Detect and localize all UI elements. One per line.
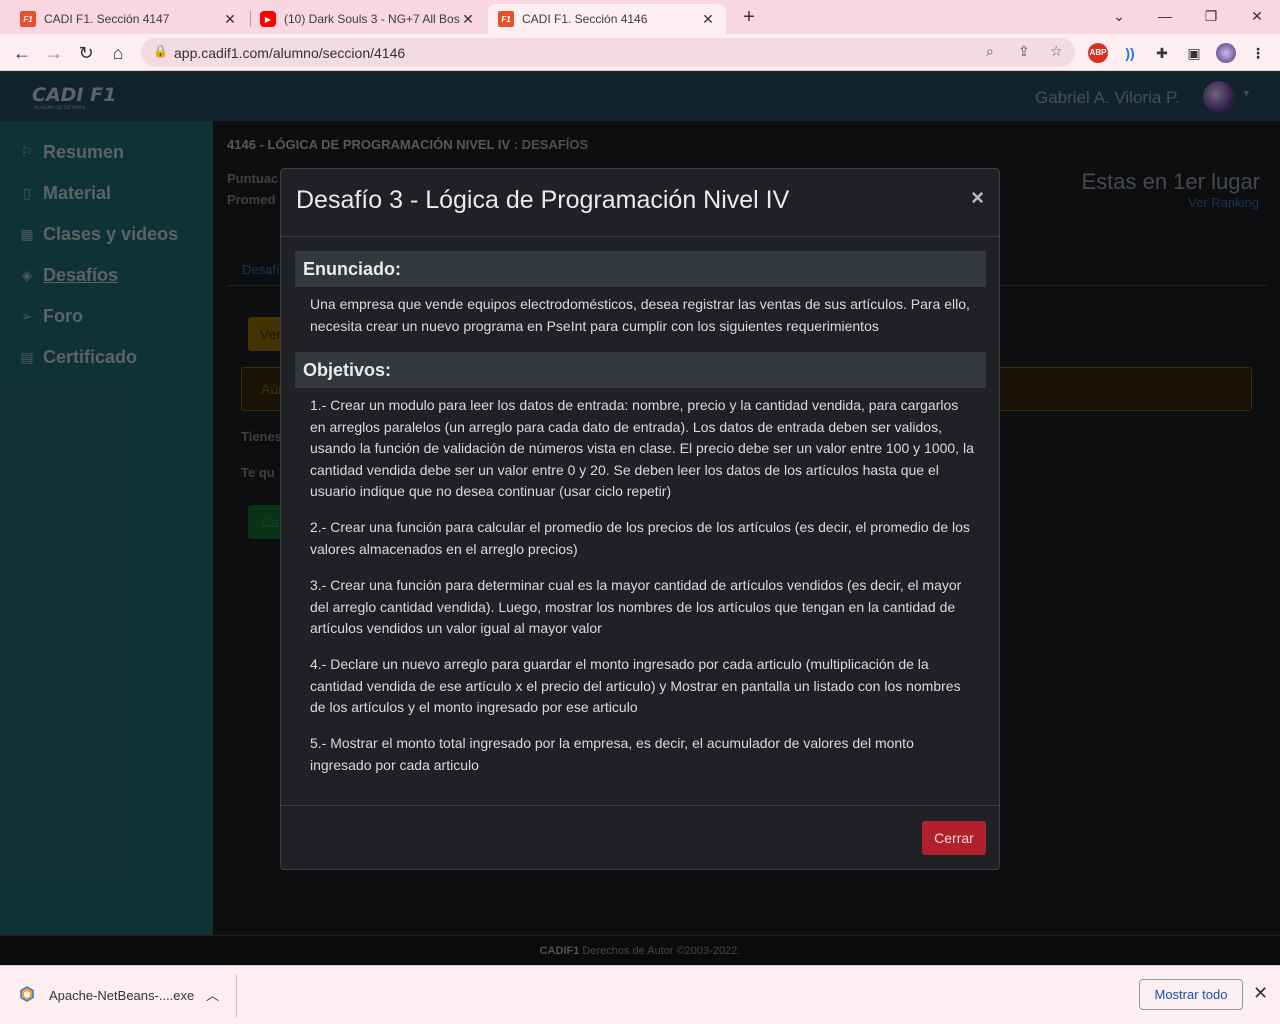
- lock-icon: 🔒: [153, 44, 168, 58]
- share-icon[interactable]: ⇪: [1018, 43, 1030, 60]
- url-text: app.cadif1.com/alumno/seccion/4146: [174, 45, 406, 61]
- browser-menu-icon[interactable]: ⋮: [1248, 43, 1268, 63]
- cadi-favicon-icon: F1: [498, 11, 514, 27]
- objetivo-item: 3.- Crear una función para determinar cu…: [310, 577, 962, 637]
- shelf-divider: [236, 975, 237, 1017]
- tab-title: CADI F1. Sección 4147: [44, 12, 170, 26]
- forward-arrow-icon[interactable]: →: [40, 39, 68, 67]
- back-arrow-icon[interactable]: ←: [8, 39, 36, 67]
- wave-extension-icon[interactable]: )): [1120, 43, 1140, 63]
- netbeans-file-icon: [20, 986, 34, 1002]
- close-icon[interactable]: ×: [971, 185, 984, 211]
- objetivo-item: 2.- Crear una función para calcular el p…: [310, 519, 970, 557]
- browser-tab-strip: F1 CADI F1. Sección 4147 ✕ ▶ (10) Dark S…: [0, 0, 1280, 34]
- modal-header: Desafío 3 - Lógica de Programación Nivel…: [281, 169, 999, 237]
- browser-tab-4146[interactable]: F1 CADI F1. Sección 4146 ✕: [488, 4, 726, 34]
- show-all-downloads-button[interactable]: Mostrar todo: [1139, 979, 1243, 1010]
- enunciado-text: Una empresa que vende equipos electrodom…: [310, 296, 970, 334]
- zoom-icon[interactable]: ⌕: [986, 43, 994, 60]
- modal-footer-divider: [281, 805, 999, 806]
- close-tab-icon[interactable]: ✕: [460, 11, 476, 28]
- tab-title: (10) Dark Souls 3 - NG+7 All Bos: [284, 12, 460, 26]
- chevron-up-icon[interactable]: ︿: [206, 985, 219, 1004]
- youtube-favicon-icon: ▶: [260, 11, 276, 27]
- cadi-favicon-icon: F1: [20, 11, 36, 27]
- reload-icon[interactable]: ↻: [72, 39, 100, 67]
- web-page: CADI F1 ACADEMIA DE SOFTWARE Gabriel A. …: [0, 72, 1280, 965]
- browser-toolbar: ← → ↻ ⌂ 🔒 app.cadif1.com/alumno/seccion/…: [0, 34, 1280, 71]
- download-filename[interactable]: Apache-NetBeans-....exe: [49, 988, 194, 1003]
- bookmark-star-icon[interactable]: ☆: [1050, 43, 1063, 60]
- address-bar[interactable]: 🔒 app.cadif1.com/alumno/seccion/4146 ⌕ ⇪…: [141, 38, 1075, 67]
- tab-search-chevron-icon[interactable]: ⌄: [1096, 4, 1142, 30]
- browser-tab-youtube[interactable]: ▶ (10) Dark Souls 3 - NG+7 All Bos ✕: [250, 4, 486, 34]
- objetivo-item: 5.- Mostrar el monto total ingresado por…: [310, 735, 914, 773]
- objetivo-item: 4.- Declare un nuevo arreglo para guarda…: [310, 656, 961, 716]
- tab-title: CADI F1. Sección 4146: [522, 12, 648, 26]
- adblock-extension-icon[interactable]: ABP: [1088, 43, 1108, 63]
- close-tab-icon[interactable]: ✕: [700, 11, 716, 28]
- new-tab-button[interactable]: +: [737, 6, 761, 30]
- challenge-modal: Desafío 3 - Lógica de Programación Nivel…: [280, 168, 1000, 870]
- close-tab-icon[interactable]: ✕: [222, 11, 238, 28]
- browser-tab-4147[interactable]: F1 CADI F1. Sección 4147 ✕: [10, 4, 248, 34]
- close-shelf-icon[interactable]: ✕: [1253, 983, 1268, 1004]
- restore-button[interactable]: ❐: [1188, 4, 1234, 30]
- download-shelf: Apache-NetBeans-....exe ︿ Mostrar todo ✕: [0, 965, 1280, 1024]
- close-window-button[interactable]: ✕: [1234, 4, 1280, 30]
- objetivos-heading: Objetivos:: [295, 352, 986, 388]
- cerrar-button[interactable]: Cerrar: [922, 821, 986, 855]
- objetivo-item: 1.- Crear un modulo para leer los datos …: [310, 397, 974, 500]
- modal-title: Desafío 3 - Lógica de Programación Nivel…: [296, 186, 790, 214]
- side-panel-icon[interactable]: ▣: [1184, 43, 1204, 63]
- minimize-button[interactable]: —: [1142, 4, 1188, 30]
- home-icon[interactable]: ⌂: [104, 39, 132, 67]
- enunciado-heading: Enunciado:: [295, 251, 986, 287]
- profile-avatar-icon[interactable]: [1216, 43, 1236, 63]
- puzzle-extensions-icon[interactable]: ✚: [1152, 43, 1172, 63]
